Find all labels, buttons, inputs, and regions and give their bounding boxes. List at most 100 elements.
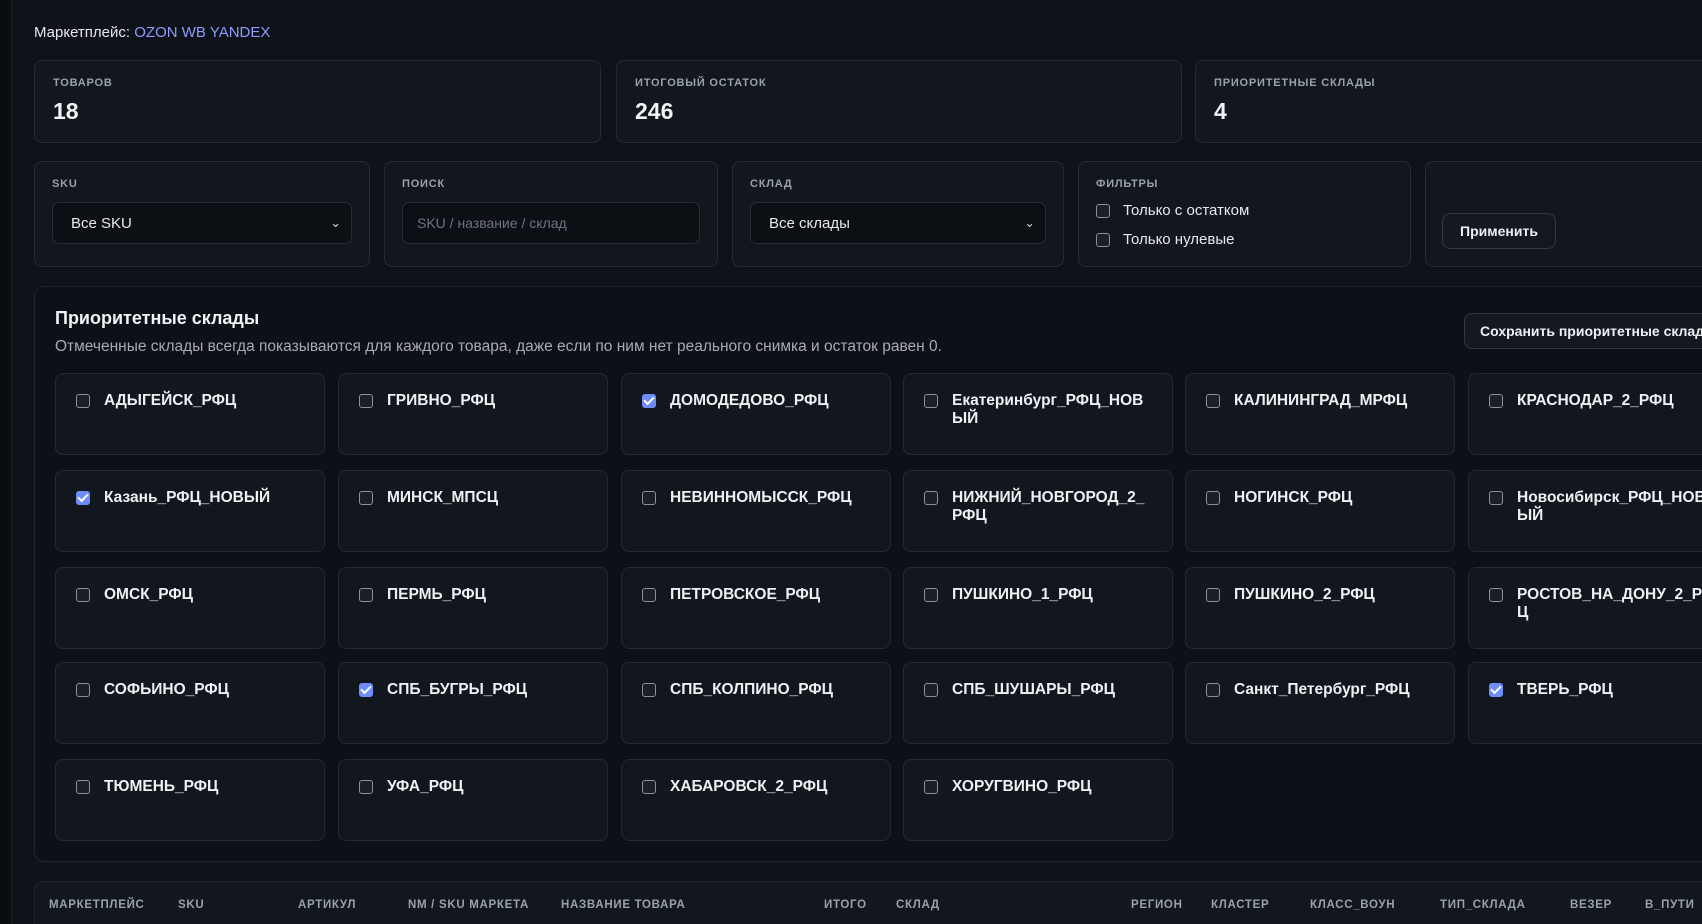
warehouse-name: ПУШКИНО_1_РФЦ [952,586,1093,603]
warehouse-option[interactable]: СОФЬИНО_РФЦ [55,662,325,744]
warehouse-checkbox[interactable] [1206,683,1220,697]
warehouse-name: ПЕРМЬ_РФЦ [387,586,486,603]
warehouse-option[interactable]: КРАСНОДАР_2_РФЦ [1468,373,1702,455]
warehouse-option[interactable]: ПЕРМЬ_РФЦ [338,567,608,649]
only-in-stock-checkbox[interactable] [1096,203,1110,218]
warehouse-option[interactable]: НОГИНСК_РФЦ [1185,470,1455,552]
column-header-marketplace[interactable]: МАРКЕТПЛЕЙС [49,899,145,911]
column-header-class[interactable]: КЛАСС_ВОУН [1310,899,1395,911]
warehouse-checkbox[interactable] [642,491,656,505]
warehouse-option[interactable]: Казань_РФЦ_НОВЫЙ [55,470,325,552]
warehouse-checkbox[interactable] [1489,588,1503,602]
warehouse-checkbox[interactable] [1489,491,1503,505]
warehouse-option[interactable]: ПУШКИНО_2_РФЦ [1185,567,1455,649]
warehouse-option[interactable]: ХАБАРОВСК_2_РФЦ [621,759,891,841]
warehouse-name: УФА_РФЦ [387,778,464,795]
warehouse-option[interactable]: ТВЕРЬ_РФЦ [1468,662,1702,744]
warehouse-option[interactable]: Новосибирск_РФЦ_НОВЫЙ [1468,470,1702,552]
warehouse-checkbox[interactable] [359,491,373,505]
column-header-warehouse-type[interactable]: ТИП_СКЛАДА [1440,899,1526,911]
column-header-product-name[interactable]: НАЗВАНИЕ ТОВАРА [561,899,685,911]
warehouse-option[interactable]: МИНСК_МПСЦ [338,470,608,552]
warehouse-name: ДОМОДЕДОВО_РФЦ [670,392,829,409]
marketplace-link-ozon[interactable]: OZON [134,24,177,41]
warehouse-checkbox[interactable] [1489,394,1503,408]
column-header-sku[interactable]: SKU [178,899,204,911]
warehouse-name: Санкт_Петербург_РФЦ [1234,681,1410,698]
warehouse-name: ХОРУГВИНО_РФЦ [952,778,1092,795]
warehouse-name: КАЛИНИНГРАД_МРФЦ [1234,392,1408,409]
warehouse-checkbox[interactable] [642,780,656,794]
table-header: МАРКЕТПЛЕЙС SKU АРТИКУЛ NM / SKU МАРКЕТА… [34,881,1702,924]
column-header-article[interactable]: АРТИКУЛ [298,899,356,911]
warehouse-option[interactable]: ГРИВНО_РФЦ [338,373,608,455]
warehouse-option[interactable]: Екатеринбург_РФЦ_НОВЫЙ [903,373,1173,455]
column-header-cluster[interactable]: КЛАСТЕР [1211,899,1269,911]
warehouse-checkbox[interactable] [1489,683,1503,697]
priority-warehouses-panel: Приоритетные склады Отмеченные склады вс… [34,286,1702,862]
save-priority-button[interactable]: Сохранить приоритетные склады [1464,313,1702,349]
warehouse-checkbox[interactable] [1206,491,1220,505]
warehouse-option[interactable]: Санкт_Петербург_РФЦ [1185,662,1455,744]
warehouse-checkbox[interactable] [924,683,938,697]
warehouse-option[interactable]: ХОРУГВИНО_РФЦ [903,759,1173,841]
warehouse-option[interactable]: СПБ_БУГРЫ_РФЦ [338,662,608,744]
warehouse-checkbox[interactable] [642,394,656,408]
stat-label: ТОВАРОВ [53,77,113,89]
warehouse-checkbox[interactable] [1206,394,1220,408]
warehouse-checkbox[interactable] [642,588,656,602]
warehouse-option[interactable]: АДЫГЕЙСК_РФЦ [55,373,325,455]
warehouse-checkbox[interactable] [642,683,656,697]
apply-button[interactable]: Применить [1442,213,1556,249]
chevron-down-icon: ⌄ [1024,215,1035,230]
warehouse-option[interactable]: СПБ_ШУШАРЫ_РФЦ [903,662,1173,744]
warehouse-option[interactable]: УФА_РФЦ [338,759,608,841]
stat-value: 4 [1214,98,1227,124]
marketplace-line: Маркетплейс: OZON WB YANDEX [34,24,270,41]
warehouse-checkbox[interactable] [76,491,90,505]
marketplace-link-yandex[interactable]: YANDEX [210,24,271,41]
warehouse-checkbox[interactable] [359,780,373,794]
marketplace-link-wb[interactable]: WB [182,24,206,41]
warehouse-option[interactable]: НИЖНИЙ_НОВГОРОД_2_РФЦ [903,470,1173,552]
warehouse-checkbox[interactable] [76,394,90,408]
only-zero-checkbox[interactable] [1096,232,1110,247]
search-filter-label: ПОИСК [402,178,446,190]
warehouse-checkbox[interactable] [359,394,373,408]
warehouse-option[interactable]: СПБ_КОЛПИНО_РФЦ [621,662,891,744]
only-in-stock-option[interactable]: Только с остатком [1096,202,1393,219]
warehouse-option[interactable]: ПЕТРОВСКОЕ_РФЦ [621,567,891,649]
warehouse-checkbox[interactable] [924,394,938,408]
column-header-region[interactable]: РЕГИОН [1131,899,1183,911]
warehouse-checkbox[interactable] [924,491,938,505]
warehouse-option[interactable]: КАЛИНИНГРАД_МРФЦ [1185,373,1455,455]
warehouse-checkbox[interactable] [76,588,90,602]
column-header-nm-sku[interactable]: NM / SKU МАРКЕТА [408,899,529,911]
chevron-down-icon: ⌄ [330,215,341,230]
warehouse-option[interactable]: НЕВИННОМЫССК_РФЦ [621,470,891,552]
column-header-warehouse[interactable]: СКЛАД [896,899,940,911]
warehouse-checkbox[interactable] [924,588,938,602]
warehouse-select-value: Все склады [769,214,850,232]
warehouse-name: НЕВИННОМЫССК_РФЦ [670,489,852,506]
warehouse-checkbox[interactable] [359,588,373,602]
column-header-total[interactable]: ИТОГО [824,899,867,911]
only-zero-option[interactable]: Только нулевые [1096,231,1393,248]
warehouse-checkbox[interactable] [76,780,90,794]
warehouse-option[interactable]: ПУШКИНО_1_РФЦ [903,567,1173,649]
search-input[interactable]: SKU / название / склад [402,202,700,244]
warehouse-select[interactable]: Все склады ⌄ [750,202,1046,244]
warehouse-option[interactable]: ТЮМЕНЬ_РФЦ [55,759,325,841]
column-header-in-transit[interactable]: В_ПУТИ [1645,899,1695,911]
warehouse-checkbox[interactable] [924,780,938,794]
warehouse-checkbox[interactable] [76,683,90,697]
warehouse-option[interactable]: РОСТОВ_НА_ДОНУ_2_РФЦ [1468,567,1702,649]
warehouse-checkbox[interactable] [1206,588,1220,602]
warehouse-option[interactable]: ОМСК_РФЦ [55,567,325,649]
warehouse-name: СПБ_ШУШАРЫ_РФЦ [952,681,1115,698]
warehouse-name: АДЫГЕЙСК_РФЦ [104,392,237,409]
warehouse-checkbox[interactable] [359,683,373,697]
warehouse-option[interactable]: ДОМОДЕДОВО_РФЦ [621,373,891,455]
column-header-vezer[interactable]: ВЕЗЕР [1570,899,1612,911]
sku-select[interactable]: Все SKU ⌄ [52,202,352,244]
